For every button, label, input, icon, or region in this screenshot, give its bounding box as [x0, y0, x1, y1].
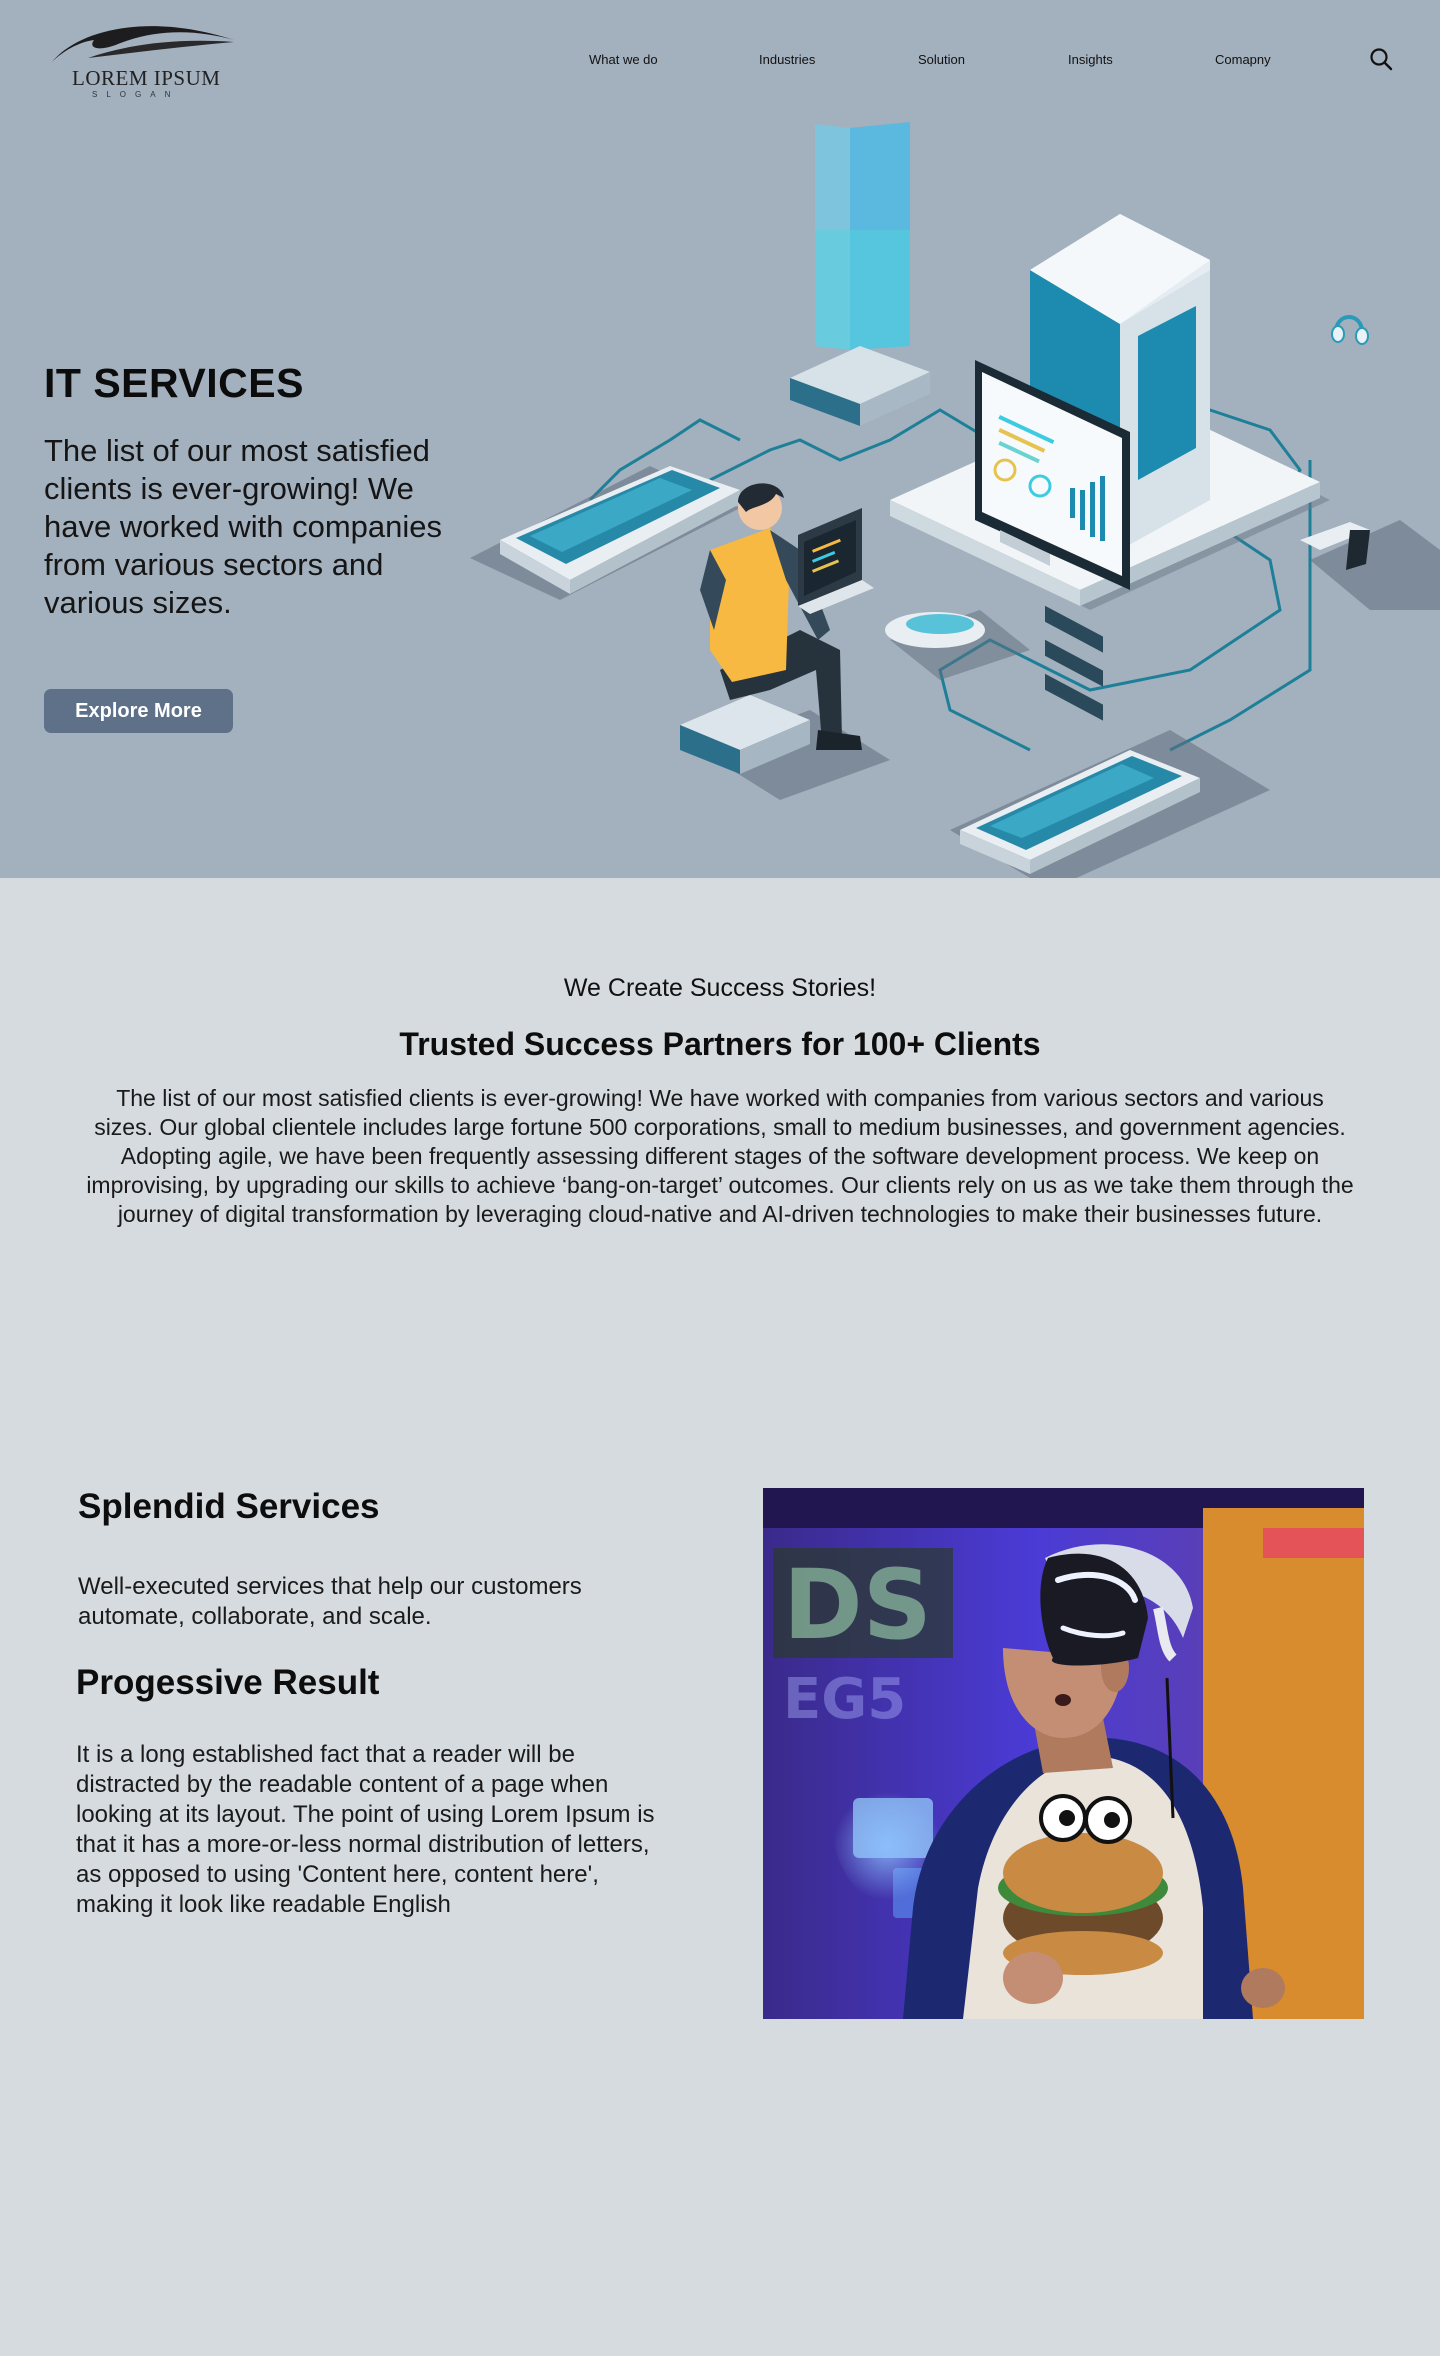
svg-text:EG5: EG5 — [783, 1667, 906, 1732]
nav-link-what-we-do[interactable]: What we do — [589, 52, 658, 67]
logo-swoosh-icon — [52, 26, 234, 62]
nav-link-company[interactable]: Comapny — [1215, 52, 1271, 67]
services-text: Well-executed services that help our cus… — [78, 1573, 582, 1630]
hero-section: LOREM IPSUM SLOGAN What we do Industries… — [0, 0, 1440, 878]
explore-more-button[interactable]: Explore More — [44, 689, 233, 733]
stories-kicker: We Create Success Stories! — [563, 974, 877, 1002]
search-icon[interactable] — [1368, 46, 1394, 72]
nav-link-solution[interactable]: Solution — [918, 52, 965, 67]
svg-text:DS: DS — [783, 1549, 932, 1661]
it-services-illustration — [470, 122, 1440, 878]
services-title: Splendid Services — [78, 1487, 380, 1526]
stories-body: The list of our most satisfied clients i… — [86, 1085, 1354, 1227]
results-title: Progessive Result — [76, 1663, 380, 1702]
hero-title: IT SERVICES — [44, 360, 304, 406]
stories-title: Trusted Success Partners for 100+ Client… — [399, 1026, 1041, 1062]
hero-description: The list of our most satisfied clients i… — [44, 433, 443, 620]
results-text: It is a long established fact that a rea… — [76, 1741, 655, 1918]
logo-slogan: SLOGAN — [92, 90, 180, 99]
top-navigation: LOREM IPSUM SLOGAN What we do Industries… — [0, 0, 1440, 120]
nav-link-industries[interactable]: Industries — [759, 52, 815, 67]
vr-headset-photo: DS EG5 — [763, 1488, 1364, 2019]
logo[interactable]: LOREM IPSUM SLOGAN — [48, 18, 238, 106]
nav-link-insights[interactable]: Insights — [1068, 52, 1113, 67]
logo-name: LOREM IPSUM — [72, 66, 221, 90]
